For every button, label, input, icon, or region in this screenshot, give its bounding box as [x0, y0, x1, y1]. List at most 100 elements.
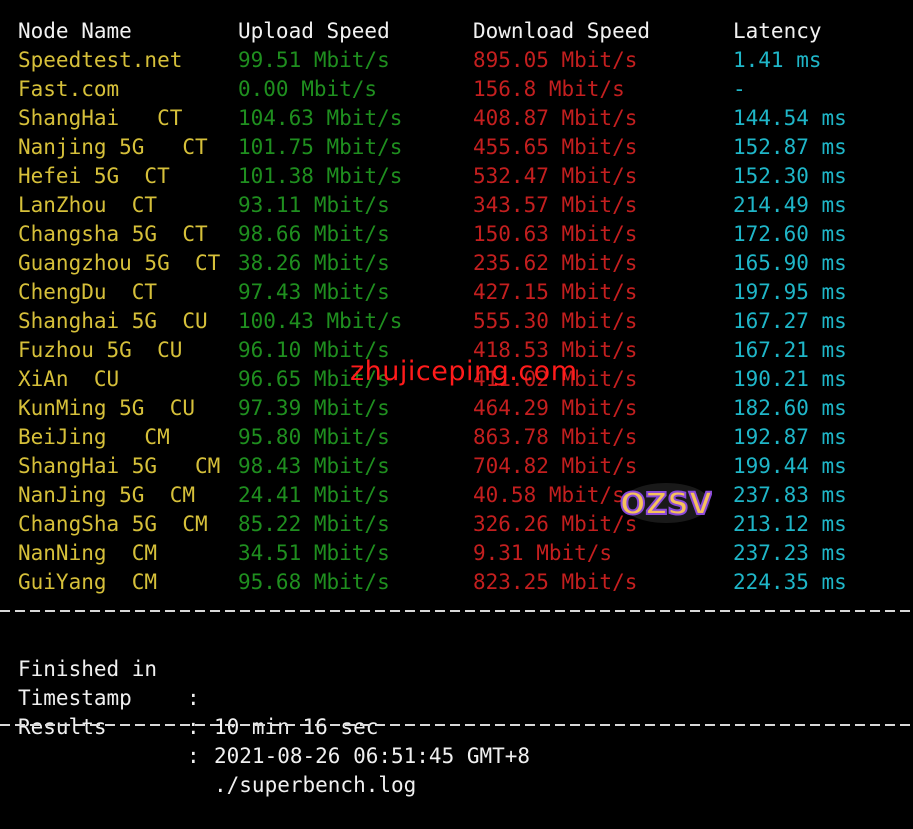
- latency-cell: 165.90 ms: [733, 251, 847, 275]
- upload-speed-cell: 85.22 Mbit/s: [238, 512, 390, 536]
- upload-speed-header: Upload Speed: [238, 19, 390, 43]
- results-value: ./superbench.log: [214, 773, 417, 797]
- upload-speed-cell: 97.39 Mbit/s: [238, 396, 390, 420]
- node-name-cell: ShangHai CT: [18, 106, 183, 130]
- table-row: Speedtest.net 99.51 Mbit/s 895.05 Mbit/s 1.…: [0, 46, 913, 75]
- table-row: NanJing 5G CM 24.41 Mbit/s 40.58 Mbit/s 237…: [0, 481, 913, 510]
- table-row: Nanjing 5G CT 101.75 Mbit/s 455.65 Mbit/s 1…: [0, 133, 913, 162]
- results-label: Results: [18, 715, 107, 739]
- latency-cell: 237.23 ms: [733, 541, 847, 565]
- download-speed-cell: 40.58 Mbit/s: [473, 483, 625, 507]
- node-name-cell: Shanghai 5G CU: [18, 309, 208, 333]
- table-row: Shanghai 5G CU 100.43 Mbit/s 555.30 Mbit/s…: [0, 307, 913, 336]
- latency-cell: 237.83 ms: [733, 483, 847, 507]
- node-name-cell: Changsha 5G CT: [18, 222, 208, 246]
- download-speed-cell: 408.87 Mbit/s: [473, 106, 638, 130]
- download-speed-cell: 464.29 Mbit/s: [473, 396, 638, 420]
- node-name-cell: BeiJing CM: [18, 425, 170, 449]
- node-name-cell: GuiYang CM: [18, 570, 158, 594]
- latency-cell: -: [733, 77, 746, 101]
- table-row: LanZhou CT 93.11 Mbit/s 343.57 Mbit/s 214.4…: [0, 191, 913, 220]
- download-speed-cell: 156.8 Mbit/s: [473, 77, 625, 101]
- separator: :: [187, 715, 200, 739]
- latency-cell: 182.60 ms: [733, 396, 847, 420]
- table-row: Hefei 5G CT 101.38 Mbit/s 532.47 Mbit/s 152…: [0, 162, 913, 191]
- timestamp-value: 2021-08-26 06:51:45 GMT+8: [214, 744, 531, 768]
- upload-speed-cell: 100.43 Mbit/s: [238, 309, 403, 333]
- upload-speed-cell: 0.00 Mbit/s: [238, 77, 378, 101]
- node-name-cell: Fuzhou 5G CU: [18, 338, 183, 362]
- table-row: KunMing 5G CU 97.39 Mbit/s 464.29 Mbit/s 18…: [0, 394, 913, 423]
- download-speed-cell: 427.15 Mbit/s: [473, 280, 638, 304]
- node-name-cell: Hefei 5G CT: [18, 164, 170, 188]
- divider: [0, 610, 913, 612]
- finished-value: 10 min 16 sec: [214, 715, 379, 739]
- download-speed-cell: 343.57 Mbit/s: [473, 193, 638, 217]
- node-name-cell: ChengDu CT: [18, 280, 158, 304]
- upload-speed-cell: 95.68 Mbit/s: [238, 570, 390, 594]
- table-row: ShangHai 5G CM 98.43 Mbit/s 704.82 Mbit/s 1…: [0, 452, 913, 481]
- latency-cell: 167.27 ms: [733, 309, 847, 333]
- node-name-cell: ChangSha 5G CM: [18, 512, 208, 536]
- latency-cell: 167.21 ms: [733, 338, 847, 362]
- node-name-cell: NanJing 5G CM: [18, 483, 196, 507]
- latency-cell: 152.87 ms: [733, 135, 847, 159]
- download-speed-cell: 150.63 Mbit/s: [473, 222, 638, 246]
- node-name-cell: XiAn CU: [18, 367, 120, 391]
- upload-speed-cell: 97.43 Mbit/s: [238, 280, 390, 304]
- upload-speed-cell: 101.38 Mbit/s: [238, 164, 403, 188]
- upload-speed-cell: 93.11 Mbit/s: [238, 193, 390, 217]
- divider: [0, 724, 913, 726]
- upload-speed-cell: 99.51 Mbit/s: [238, 48, 390, 72]
- logo-text: OZSV: [620, 487, 712, 522]
- table-row: Guangzhou 5G CT 38.26 Mbit/s 235.62 Mbit/s…: [0, 249, 913, 278]
- upload-speed-cell: 98.66 Mbit/s: [238, 222, 390, 246]
- latency-cell: 199.44 ms: [733, 454, 847, 478]
- node-name-cell: NanNing CM: [18, 541, 158, 565]
- download-speed-cell: 863.78 Mbit/s: [473, 425, 638, 449]
- download-speed-cell: 455.65 Mbit/s: [473, 135, 638, 159]
- node-name-cell: Fast.com: [18, 77, 120, 101]
- table-row: GuiYang CM 95.68 Mbit/s 823.25 Mbit/s 224.3…: [0, 568, 913, 597]
- download-speed-cell: 895.05 Mbit/s: [473, 48, 638, 72]
- table-row: NanNing CM 34.51 Mbit/s 9.31 Mbit/s 237.23 …: [0, 539, 913, 568]
- latency-header: Latency: [733, 19, 822, 43]
- latency-cell: 144.54 ms: [733, 106, 847, 130]
- download-speed-cell: 532.47 Mbit/s: [473, 164, 638, 188]
- latency-cell: 190.21 ms: [733, 367, 847, 391]
- download-speed-cell: 235.62 Mbit/s: [473, 251, 638, 275]
- ozsv-logo: OZSV: [620, 483, 712, 523]
- download-speed-cell: 823.25 Mbit/s: [473, 570, 638, 594]
- upload-speed-cell: 104.63 Mbit/s: [238, 106, 403, 130]
- watermark-text: zhujiceping.com: [350, 356, 578, 387]
- table-row: Fast.com 0.00 Mbit/s 156.8 Mbit/s -: [0, 75, 913, 104]
- timestamp-row: Timestamp : 2021-08-26 06:51:45 GMT+8: [0, 655, 913, 768]
- node-name-header: Node Name: [18, 19, 132, 43]
- download-speed-cell: 555.30 Mbit/s: [473, 309, 638, 333]
- latency-cell: 224.35 ms: [733, 570, 847, 594]
- latency-cell: 192.87 ms: [733, 425, 847, 449]
- node-name-cell: LanZhou CT: [18, 193, 158, 217]
- upload-speed-cell: 38.26 Mbit/s: [238, 251, 390, 275]
- node-name-cell: ShangHai 5G CM: [18, 454, 221, 478]
- download-speed-cell: 326.26 Mbit/s: [473, 512, 638, 536]
- download-speed-header: Download Speed: [473, 19, 651, 43]
- upload-speed-cell: 24.41 Mbit/s: [238, 483, 390, 507]
- latency-cell: 152.30 ms: [733, 164, 847, 188]
- upload-speed-cell: 98.43 Mbit/s: [238, 454, 390, 478]
- download-speed-cell: 704.82 Mbit/s: [473, 454, 638, 478]
- node-name-cell: KunMing 5G CU: [18, 396, 196, 420]
- download-speed-cell: 9.31 Mbit/s: [473, 541, 613, 565]
- latency-cell: 214.49 ms: [733, 193, 847, 217]
- node-name-cell: Speedtest.net: [18, 48, 183, 72]
- node-name-cell: Nanjing 5G CT: [18, 135, 208, 159]
- table-header: Node Name Upload Speed Download Speed La…: [0, 17, 913, 46]
- latency-cell: 172.60 ms: [733, 222, 847, 246]
- latency-cell: 1.41 ms: [733, 48, 822, 72]
- upload-speed-cell: 95.80 Mbit/s: [238, 425, 390, 449]
- upload-speed-cell: 34.51 Mbit/s: [238, 541, 390, 565]
- table-row: ChengDu CT 97.43 Mbit/s 427.15 Mbit/s 197.9…: [0, 278, 913, 307]
- latency-cell: 213.12 ms: [733, 512, 847, 536]
- separator: :: [187, 744, 200, 768]
- latency-cell: 197.95 ms: [733, 280, 847, 304]
